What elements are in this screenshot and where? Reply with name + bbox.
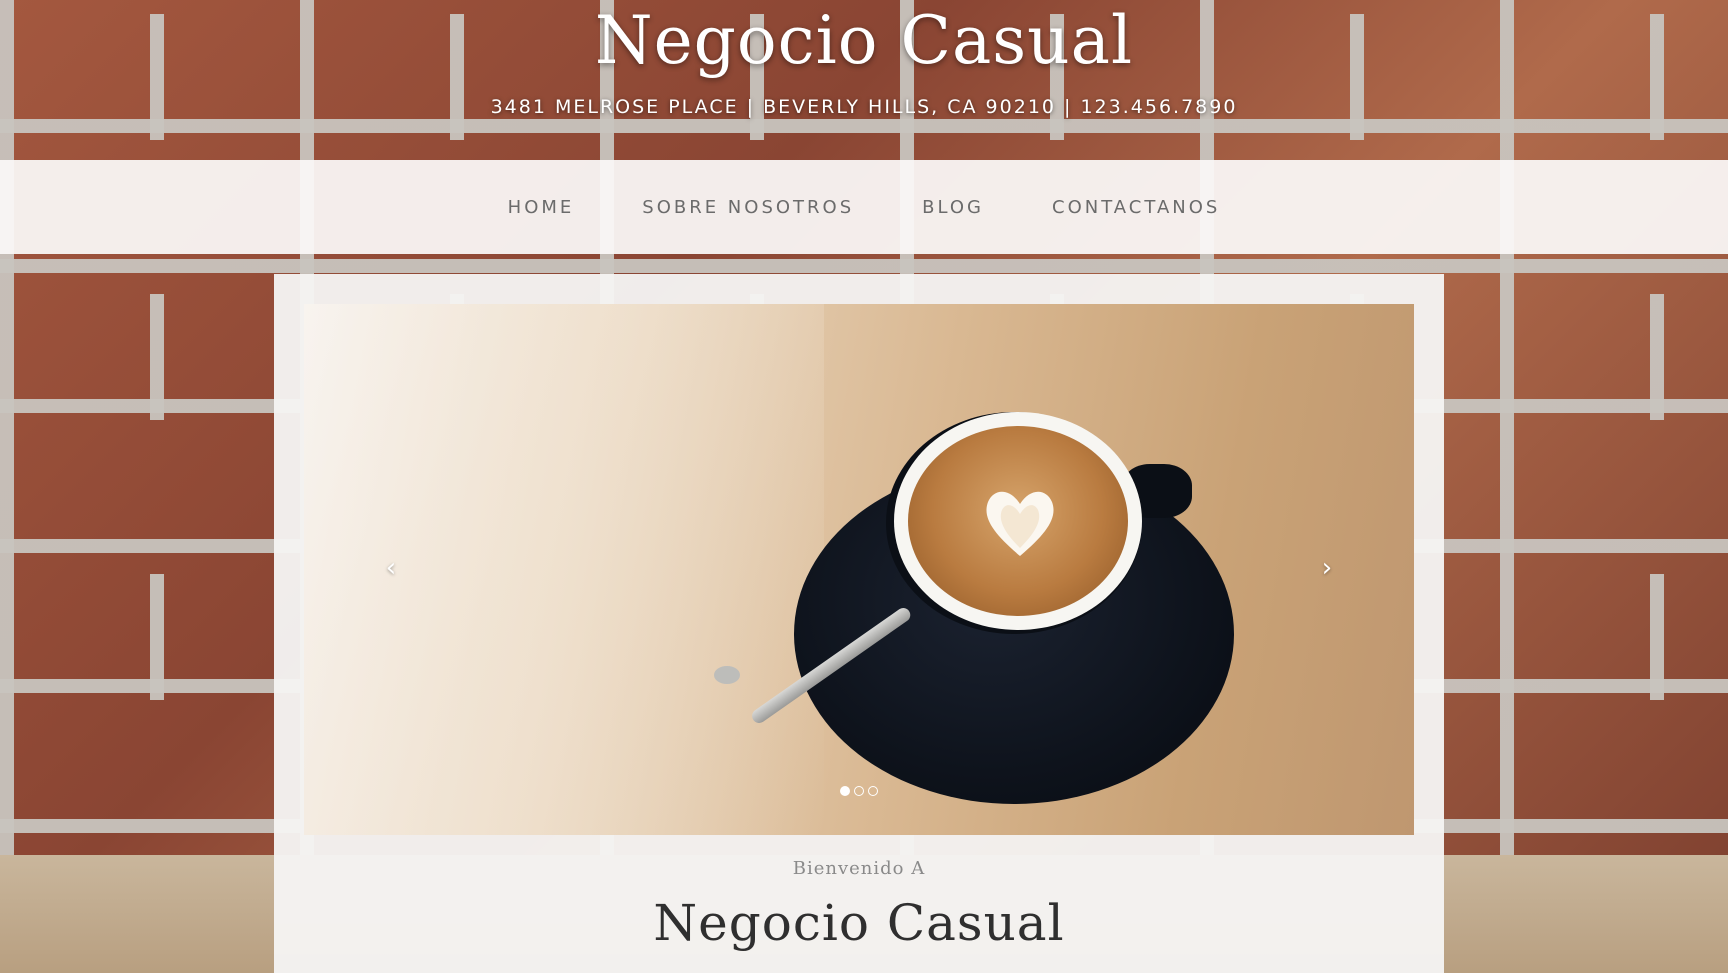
carousel-dot-2[interactable] bbox=[854, 786, 864, 796]
carousel-next-button[interactable]: › bbox=[1312, 548, 1342, 588]
carousel-dot-3[interactable] bbox=[868, 786, 878, 796]
carousel-indicators bbox=[304, 786, 1414, 796]
site-header: Negocio Casual 3481 MELROSE PLACE | BEVE… bbox=[0, 0, 1728, 160]
site-address: 3481 MELROSE PLACE | BEVERLY HILLS, CA 9… bbox=[490, 96, 1238, 118]
image-carousel[interactable]: ‹ › bbox=[304, 304, 1414, 835]
welcome-intro: Bienvenido A bbox=[792, 858, 926, 879]
carousel-dot-1[interactable] bbox=[840, 786, 850, 796]
spoon-bowl-image bbox=[714, 666, 740, 684]
nav-item-home[interactable]: HOME bbox=[508, 197, 575, 218]
main-nav: HOME SOBRE NOSOTROS BLOG CONTACTANOS bbox=[0, 160, 1728, 254]
carousel-prev-button[interactable]: ‹ bbox=[376, 548, 406, 588]
nav-item-contactanos[interactable]: CONTACTANOS bbox=[1052, 197, 1220, 218]
welcome-title: Negocio Casual bbox=[653, 894, 1065, 952]
nav-item-blog[interactable]: BLOG bbox=[922, 197, 984, 218]
latte-art-heart-icon bbox=[986, 491, 1054, 556]
site-title: Negocio Casual bbox=[594, 2, 1134, 79]
main-content-box: ‹ › Bienvenido A Negocio Casual bbox=[274, 274, 1444, 973]
nav-item-sobre-nosotros[interactable]: SOBRE NOSOTROS bbox=[642, 197, 854, 218]
